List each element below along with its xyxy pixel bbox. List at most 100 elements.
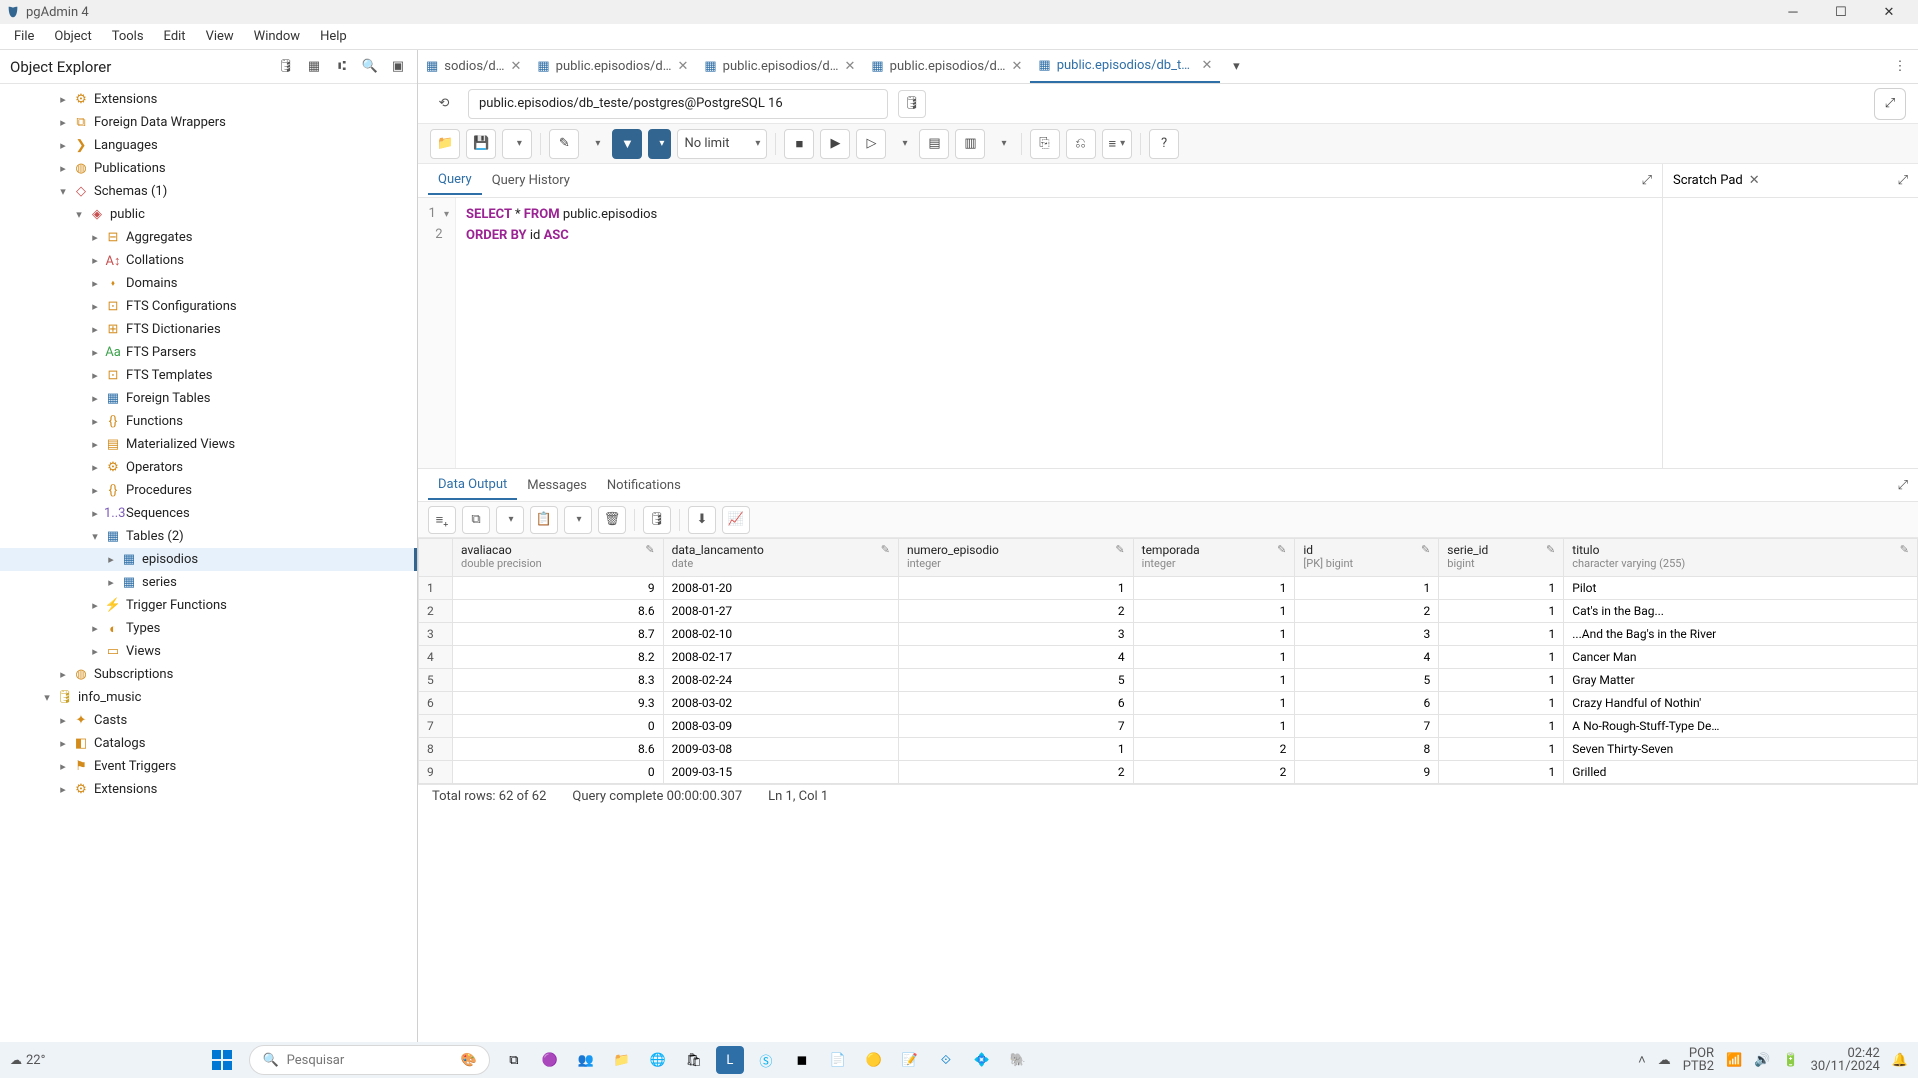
notepad-icon[interactable]: 📝: [896, 1046, 924, 1074]
cell[interactable]: 2009-03-08: [663, 738, 898, 761]
kebab-icon[interactable]: ⋮: [1888, 59, 1912, 74]
paste-button[interactable]: 📋: [530, 506, 558, 534]
menu-window[interactable]: Window: [244, 25, 310, 48]
vscode-icon[interactable]: ⟐: [932, 1046, 960, 1074]
edge-icon[interactable]: 🌐: [644, 1046, 672, 1074]
tree-node[interactable]: ▸◍Subscriptions: [0, 663, 417, 686]
tab-data-output[interactable]: Data Output: [428, 471, 517, 500]
cell[interactable]: 1: [1133, 646, 1295, 669]
cell[interactable]: Gray Matter: [1564, 669, 1918, 692]
tree-node[interactable]: ▾◈public: [0, 203, 417, 226]
tree-node[interactable]: ▸▤Materialized Views: [0, 433, 417, 456]
help-button[interactable]: ?: [1149, 129, 1179, 159]
column-header[interactable]: ✎data_lancamentodate: [663, 539, 898, 577]
tray-chevron-icon[interactable]: ˄: [1638, 1052, 1646, 1068]
download-button[interactable]: ⬇: [688, 506, 716, 534]
chevron-icon[interactable]: ▾: [88, 530, 102, 543]
sql-editor[interactable]: 1 ▾ 2 SELECT * FROM public.episodios ORD…: [418, 198, 1662, 468]
chevron-icon[interactable]: ▸: [104, 553, 118, 566]
paste-more-button[interactable]: [564, 506, 592, 534]
cell[interactable]: Cat's in the Bag...: [1564, 600, 1918, 623]
table-row[interactable]: 192008-01-201111Pilot: [419, 577, 1918, 600]
add-row-button[interactable]: ≡₊: [428, 506, 456, 534]
intellij-icon[interactable]: ◼: [788, 1046, 816, 1074]
app-diamond-icon[interactable]: 💠: [968, 1046, 996, 1074]
pgadmin-taskbar-icon[interactable]: 🐘: [1004, 1046, 1032, 1074]
chevron-icon[interactable]: ▸: [88, 599, 102, 612]
cell[interactable]: 5: [898, 669, 1133, 692]
reset-layout-button[interactable]: ⤢: [1874, 88, 1906, 120]
workspace-tab[interactable]: ▦sodios/d…✕: [418, 50, 529, 83]
save-button[interactable]: 💾: [466, 129, 496, 159]
menu-file[interactable]: File: [4, 25, 44, 48]
cell[interactable]: 6: [898, 692, 1133, 715]
expand-editor-icon[interactable]: ⤢: [1642, 173, 1652, 188]
search-input[interactable]: [287, 1053, 453, 1068]
chevron-icon[interactable]: ▸: [56, 139, 70, 152]
cell[interactable]: 1: [1439, 577, 1564, 600]
tabs-dropdown-icon[interactable]: ▾: [1224, 59, 1248, 74]
cell[interactable]: A No-Rough-Stuff-Type De…: [1564, 715, 1918, 738]
copilot-icon[interactable]: 🟣: [536, 1046, 564, 1074]
menu-edit[interactable]: Edit: [154, 25, 196, 48]
cell[interactable]: 1: [1133, 715, 1295, 738]
rows-icon[interactable]: ▦: [301, 54, 327, 80]
cell[interactable]: 8.2: [453, 646, 664, 669]
start-button[interactable]: [205, 1045, 239, 1075]
workspace-tab[interactable]: ▦public.episodios/d…✕: [529, 50, 696, 83]
chevron-icon[interactable]: ▸: [88, 484, 102, 497]
taskbar-search[interactable]: 🔍 🎨: [249, 1045, 489, 1075]
tree-node[interactable]: ▸⊟Aggregates: [0, 226, 417, 249]
tree-node[interactable]: ▸⚡Trigger Functions: [0, 594, 417, 617]
cell[interactable]: 2008-02-10: [663, 623, 898, 646]
sticky-icon[interactable]: 📄: [824, 1046, 852, 1074]
chevron-icon[interactable]: ▾: [40, 691, 54, 704]
cell[interactable]: 9: [453, 577, 664, 600]
app-l-icon[interactable]: L: [716, 1046, 744, 1074]
column-header[interactable]: ✎numero_episodiointeger: [898, 539, 1133, 577]
tree-node[interactable]: ▸⚙Extensions: [0, 88, 417, 111]
filter-icon[interactable]: ⑆: [329, 54, 355, 80]
change-connection-button[interactable]: 🛢: [898, 90, 926, 118]
cell[interactable]: ...And the Bag's in the River: [1564, 623, 1918, 646]
table-row[interactable]: 702008-03-097171A No-Rough-Stuff-Type De…: [419, 715, 1918, 738]
cell[interactable]: 8.6: [453, 738, 664, 761]
chevron-icon[interactable]: ▸: [88, 392, 102, 405]
execute-more-button[interactable]: [892, 129, 913, 159]
chevron-icon[interactable]: ▸: [56, 737, 70, 750]
cell[interactable]: 9: [1295, 761, 1439, 784]
editor-code[interactable]: SELECT * FROM public.episodios ORDER BY …: [456, 198, 1662, 468]
cell[interactable]: 2008-02-24: [663, 669, 898, 692]
tree-node[interactable]: ▸❯Languages: [0, 134, 417, 157]
edit-column-icon[interactable]: ✎: [1900, 543, 1909, 556]
chevron-icon[interactable]: ▸: [104, 576, 118, 589]
table-row[interactable]: 58.32008-02-245151Gray Matter: [419, 669, 1918, 692]
explain-analyze-button[interactable]: ▥: [955, 129, 985, 159]
cell[interactable]: Cancer Man: [1564, 646, 1918, 669]
macro-button[interactable]: ≡: [1102, 129, 1133, 159]
edit-button[interactable]: ✎: [549, 129, 579, 159]
tree-node[interactable]: ▾🛢info_music: [0, 686, 417, 709]
cell[interactable]: Seven Thirty-Seven: [1564, 738, 1918, 761]
search-icon[interactable]: 🔍: [357, 54, 383, 80]
cell[interactable]: 2008-03-09: [663, 715, 898, 738]
cell[interactable]: 1: [1439, 738, 1564, 761]
close-button[interactable]: ✕: [1866, 0, 1912, 24]
delete-row-button[interactable]: 🗑: [598, 506, 626, 534]
tab-messages[interactable]: Messages: [517, 472, 597, 499]
cell[interactable]: 8.3: [453, 669, 664, 692]
cell[interactable]: 7: [1295, 715, 1439, 738]
cell[interactable]: 2008-01-20: [663, 577, 898, 600]
chevron-icon[interactable]: ▸: [88, 300, 102, 313]
store-icon[interactable]: 🛍: [680, 1046, 708, 1074]
cell[interactable]: 4: [898, 646, 1133, 669]
notifications-icon[interactable]: 🔔: [1892, 1053, 1908, 1068]
column-header[interactable]: ✎temporadainteger: [1133, 539, 1295, 577]
cell[interactable]: 1: [1439, 761, 1564, 784]
chevron-icon[interactable]: ▸: [88, 323, 102, 336]
cell[interactable]: 2008-01-27: [663, 600, 898, 623]
tree-node[interactable]: ▸⊡FTS Templates: [0, 364, 417, 387]
cell[interactable]: 1: [1439, 715, 1564, 738]
limit-dropdown[interactable]: No limit: [677, 129, 767, 159]
menu-object[interactable]: Object: [44, 25, 101, 48]
